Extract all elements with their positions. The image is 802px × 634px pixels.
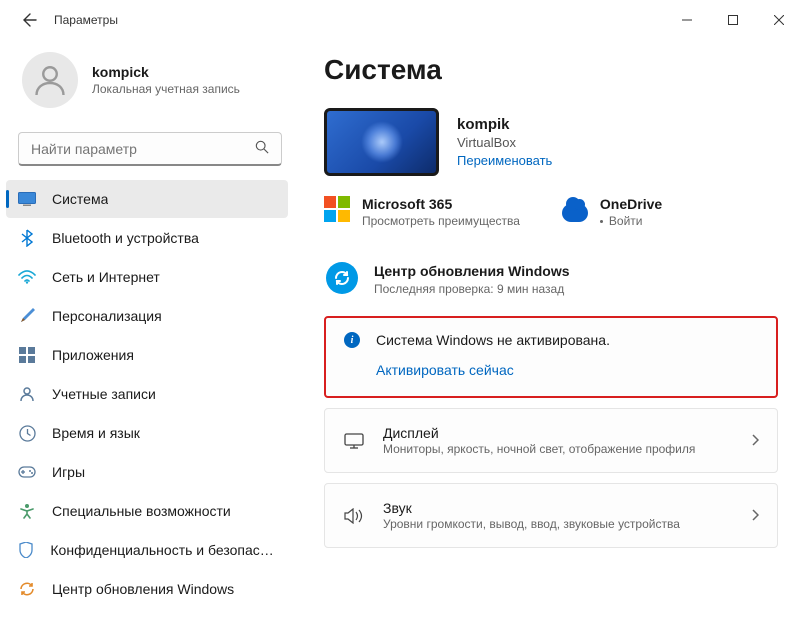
arrow-left-icon [22, 12, 38, 28]
service-title: OneDrive [600, 196, 662, 212]
nav-time-language[interactable]: Время и язык [6, 414, 288, 452]
nav-system[interactable]: Система [6, 180, 288, 218]
monitor-icon [343, 430, 365, 452]
back-button[interactable] [18, 8, 42, 32]
setting-subtitle: Мониторы, яркость, ночной свет, отображе… [383, 442, 751, 456]
activation-message: Система Windows не активирована. [376, 332, 610, 348]
update-title: Центр обновления Windows [374, 262, 570, 280]
setting-title: Дисплей [383, 425, 751, 441]
search-input[interactable] [31, 141, 255, 157]
titlebar: Параметры [0, 0, 802, 40]
display-icon [16, 188, 38, 210]
setting-sound[interactable]: Звук Уровни громкости, вывод, ввод, звук… [324, 483, 778, 548]
rename-link[interactable]: Переименовать [457, 153, 552, 168]
close-button[interactable] [756, 0, 802, 40]
minimize-button[interactable] [664, 0, 710, 40]
nav-apps[interactable]: Приложения [6, 336, 288, 374]
clock-globe-icon [16, 422, 38, 444]
setting-display[interactable]: Дисплей Мониторы, яркость, ночной свет, … [324, 408, 778, 473]
speaker-icon [343, 505, 365, 527]
person-icon [32, 62, 68, 98]
nav-label: Учетные записи [52, 386, 156, 402]
avatar [22, 52, 78, 108]
nav-label: Специальные возможности [52, 503, 231, 519]
nav-windows-update[interactable]: Центр обновления Windows [6, 570, 288, 608]
activation-card: i Система Windows не активирована. Актив… [324, 316, 778, 398]
shield-icon [16, 539, 36, 561]
sync-icon [326, 262, 358, 294]
sidebar: kompick Локальная учетная запись Система… [0, 40, 300, 634]
nav-label: Игры [52, 464, 85, 480]
service-m365[interactable]: Microsoft 365 Просмотреть преимущества [324, 196, 520, 228]
service-subtitle: Войти [600, 214, 662, 228]
minimize-icon [682, 15, 692, 25]
nav-personalization[interactable]: Персонализация [6, 297, 288, 335]
service-title: Microsoft 365 [362, 196, 520, 212]
update-subtitle: Последняя проверка: 9 мин назад [374, 282, 570, 296]
onedrive-icon [562, 196, 588, 222]
nav-label: Приложения [52, 347, 134, 363]
device-name: kompik [457, 116, 552, 133]
services-row: Microsoft 365 Просмотреть преимущества O… [324, 196, 778, 228]
account-icon [16, 383, 38, 405]
chevron-right-icon [751, 508, 759, 524]
device-section: kompik VirtualBox Переименовать [324, 108, 778, 176]
maximize-icon [728, 15, 738, 25]
close-icon [774, 15, 784, 25]
profile-subtitle: Локальная учетная запись [92, 82, 240, 96]
page-title: Система [324, 54, 778, 86]
search-icon [255, 140, 269, 157]
accessibility-icon [16, 500, 38, 522]
maximize-button[interactable] [710, 0, 756, 40]
main-content: Система kompik VirtualBox Переименовать … [300, 40, 802, 634]
nav-label: Сеть и Интернет [52, 269, 160, 285]
setting-title: Звук [383, 500, 751, 516]
nav-label: Центр обновления Windows [52, 581, 234, 597]
info-icon: i [344, 332, 360, 348]
profile-name: kompick [92, 64, 240, 80]
device-model: VirtualBox [457, 135, 552, 150]
nav-gaming[interactable]: Игры [6, 453, 288, 491]
apps-icon [16, 344, 38, 366]
activate-now-link[interactable]: Активировать сейчас [376, 362, 758, 378]
setting-subtitle: Уровни громкости, вывод, ввод, звуковые … [383, 517, 751, 531]
gamepad-icon [16, 461, 38, 483]
nav-label: Bluetooth и устройства [52, 230, 199, 246]
nav-label: Конфиденциальность и безопасность [50, 542, 278, 558]
chevron-right-icon [751, 433, 759, 449]
windows-update-section[interactable]: Центр обновления Windows Последняя прове… [324, 262, 778, 296]
brush-icon [16, 305, 38, 327]
profile-section[interactable]: kompick Локальная учетная запись [0, 44, 300, 126]
nav-label: Время и язык [52, 425, 140, 441]
nav-accounts[interactable]: Учетные записи [6, 375, 288, 413]
window-controls [664, 0, 802, 40]
nav-network[interactable]: Сеть и Интернет [6, 258, 288, 296]
device-thumbnail [324, 108, 439, 176]
update-icon [16, 578, 38, 600]
search-box[interactable] [18, 132, 282, 166]
nav-accessibility[interactable]: Специальные возможности [6, 492, 288, 530]
microsoft-icon [324, 196, 350, 222]
nav-list: Система Bluetooth и устройства Сеть и Ин… [0, 180, 300, 608]
nav-label: Персонализация [52, 308, 162, 324]
bluetooth-icon [16, 227, 38, 249]
service-onedrive[interactable]: OneDrive Войти [562, 196, 662, 228]
wifi-icon [16, 266, 38, 288]
nav-privacy[interactable]: Конфиденциальность и безопасность [6, 531, 288, 569]
nav-bluetooth[interactable]: Bluetooth и устройства [6, 219, 288, 257]
nav-label: Система [52, 191, 108, 207]
window-title: Параметры [54, 13, 118, 27]
service-subtitle: Просмотреть преимущества [362, 214, 520, 228]
